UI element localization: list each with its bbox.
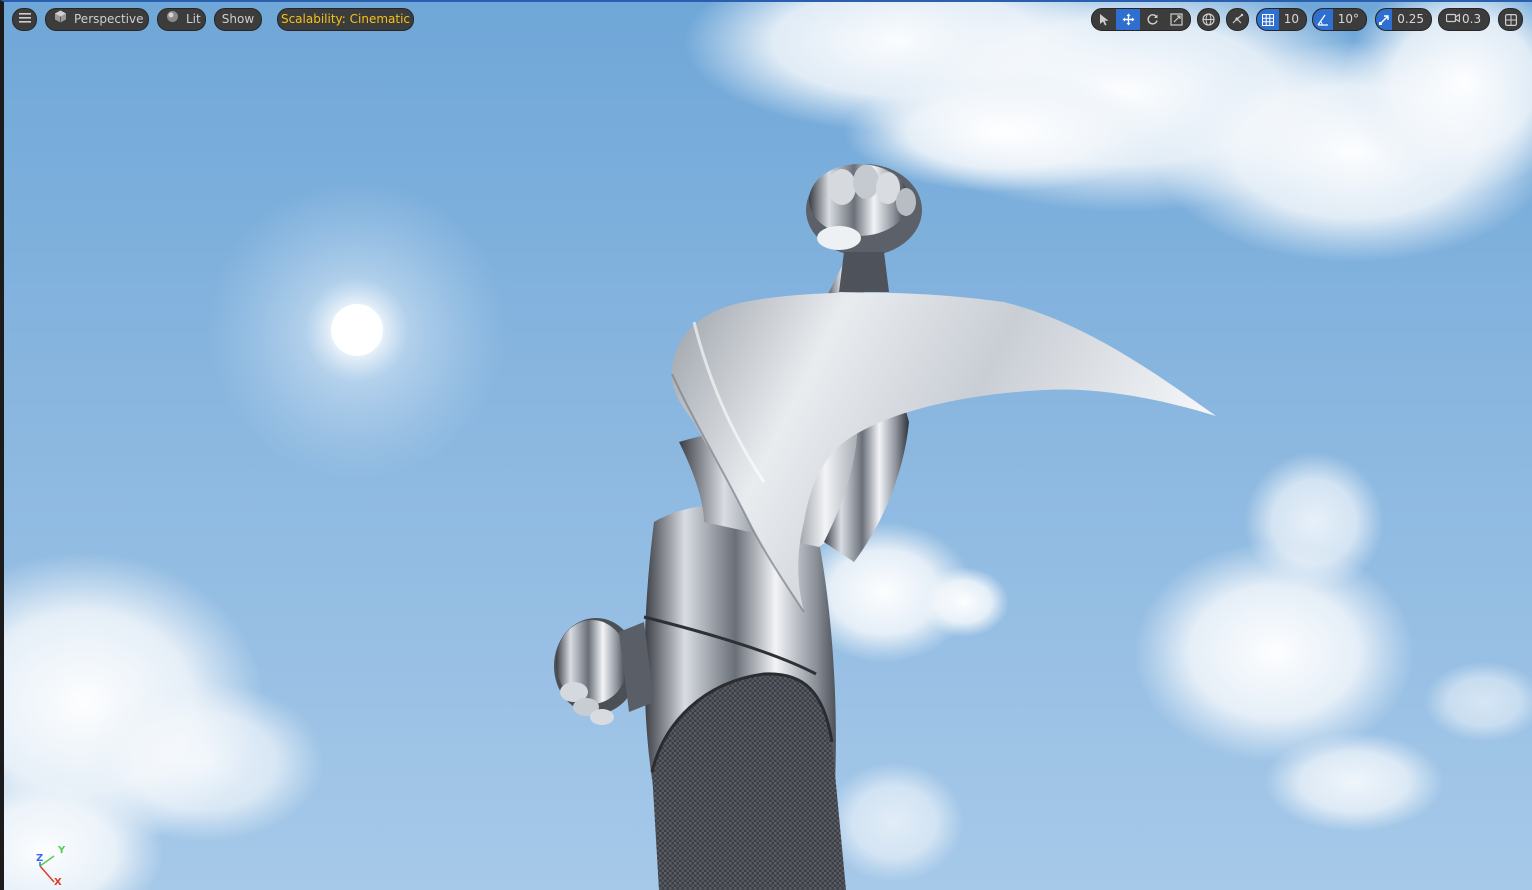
scale-snap-icon: [1379, 14, 1389, 25]
scale-snap-toggle[interactable]: [1376, 9, 1393, 30]
y-axis-label: Y: [58, 845, 66, 856]
grid-snap-toggle[interactable]: [1257, 9, 1279, 30]
grid-snap-control[interactable]: 10: [1256, 8, 1307, 31]
lit-label: Lit: [186, 12, 201, 26]
view-mode-button[interactable]: Lit: [157, 8, 206, 31]
x-axis-label: X: [54, 877, 62, 888]
world-local-button[interactable]: [1197, 8, 1220, 31]
camera-speed-button[interactable]: 0.3: [1438, 8, 1490, 31]
axis-gizmo: X Y Z: [30, 844, 80, 890]
scale-tool-button[interactable]: [1164, 9, 1188, 30]
grid-snap-value[interactable]: 10: [1279, 9, 1306, 30]
rotate-tool-button[interactable]: [1140, 9, 1164, 30]
viewport-layout-button[interactable]: [1498, 8, 1523, 31]
scale-tool-icon: [1169, 13, 1183, 26]
level-viewport[interactable]: Perspective Lit Show Scalability: Cinema…: [0, 0, 1532, 890]
hamburger-menu-icon: [18, 8, 31, 31]
transform-tools-group: [1091, 8, 1191, 31]
rotate-tool-icon: [1146, 14, 1158, 25]
rotation-snap-value[interactable]: 10°: [1333, 9, 1366, 30]
perspective-button[interactable]: Perspective: [45, 8, 149, 31]
show-label: Show: [221, 12, 255, 26]
z-axis-label: Z: [36, 853, 44, 864]
rotation-snap-control[interactable]: 10°: [1312, 8, 1367, 31]
lit-sphere-icon: [166, 8, 179, 31]
x-axis-line: [39, 865, 55, 883]
translate-tool-button[interactable]: [1116, 9, 1140, 30]
translate-tool-icon: [1122, 13, 1134, 26]
select-tool-button[interactable]: [1092, 9, 1116, 30]
viewport-layout-icon: [1504, 13, 1517, 26]
scalability-button[interactable]: Scalability: Cinematic: [277, 8, 414, 31]
scalability-label: Scalability: Cinematic: [280, 12, 411, 26]
viewport-options-button[interactable]: [12, 8, 37, 31]
scale-snap-control[interactable]: 0.25: [1375, 8, 1432, 31]
show-button[interactable]: Show: [214, 8, 262, 31]
select-tool-icon: [1099, 14, 1108, 26]
rotation-snap-toggle[interactable]: [1313, 9, 1333, 30]
angle-icon: [1317, 14, 1328, 26]
camera-icon: [1445, 8, 1461, 31]
surface-snap-button[interactable]: [1226, 8, 1249, 31]
perspective-label: Perspective: [74, 12, 144, 26]
grid-icon: [1261, 13, 1274, 26]
surface-snap-icon: [1232, 13, 1244, 24]
camera-speed-value: 0.3: [1462, 12, 1482, 26]
cube-icon: [54, 8, 67, 31]
scale-snap-value[interactable]: 0.25: [1392, 9, 1431, 30]
viewport-scene[interactable]: [4, 2, 1532, 890]
globe-icon: [1202, 13, 1215, 26]
